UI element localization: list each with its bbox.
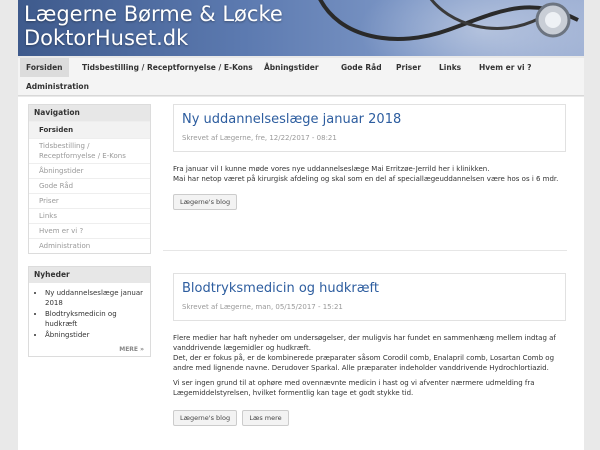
navigation-block: Navigation Forsiden Tidsbestilling / Rec… bbox=[28, 104, 151, 254]
nav-links[interactable]: Links bbox=[433, 58, 467, 77]
navigation-title: Navigation bbox=[29, 105, 150, 121]
nav-tidsbestilling[interactable]: Tidsbestilling / Receptfornyelse / E-Kon… bbox=[76, 58, 259, 77]
nav-gode-raad[interactable]: Gode Råd bbox=[335, 58, 388, 77]
stethoscope-icon bbox=[318, 0, 579, 41]
sidebar-item-aabningstider[interactable]: Åbningstider bbox=[29, 163, 150, 178]
site-title-line2[interactable]: DoktorHuset.dk bbox=[24, 26, 283, 50]
news-item[interactable]: Ny uddannelseslæge januar 2018 bbox=[45, 288, 144, 308]
nav-aabningstider[interactable]: Åbningstider bbox=[258, 58, 325, 77]
blog-link-button[interactable]: Lægerne's blog bbox=[173, 410, 238, 426]
post-paragraph: Fra januar vil I kunne møde vores nye ud… bbox=[173, 165, 490, 173]
read-more-button[interactable]: Læs mere bbox=[242, 410, 289, 426]
news-more-link[interactable]: MERE » bbox=[29, 344, 150, 356]
sidebar-item-hvem-er-vi[interactable]: Hvem er vi ? bbox=[29, 223, 150, 238]
site-header: Lægerne Børme & Løcke DoktorHuset.dk bbox=[18, 0, 584, 56]
post-1: Ny uddannelseslæge januar 2018 Skrevet a… bbox=[173, 104, 566, 210]
sidebar-item-priser[interactable]: Priser bbox=[29, 193, 150, 208]
post-paragraph: Flere medier har haft nyheder om undersø… bbox=[173, 333, 566, 373]
sidebar-item-administration[interactable]: Administration bbox=[29, 238, 150, 253]
nav-administration[interactable]: Administration bbox=[20, 77, 95, 96]
news-item[interactable]: Åbningstider bbox=[45, 330, 144, 340]
sidebar-item-gode-raad[interactable]: Gode Råd bbox=[29, 178, 150, 193]
post-header: Blodtryksmedicin og hudkræft Skrevet af … bbox=[173, 273, 566, 321]
post-title[interactable]: Blodtryksmedicin og hudkræft bbox=[182, 280, 557, 298]
post-title[interactable]: Ny uddannelseslæge januar 2018 bbox=[182, 111, 557, 129]
site-title[interactable]: Lægerne Børme & Løcke DoktorHuset.dk bbox=[24, 2, 283, 50]
news-block: Nyheder Ny uddannelseslæge januar 2018 B… bbox=[28, 266, 151, 357]
sidebar-item-links[interactable]: Links bbox=[29, 208, 150, 223]
post-line: Flere medier har haft nyheder om undersø… bbox=[173, 334, 556, 352]
post-body: Flere medier har haft nyheder om undersø… bbox=[173, 333, 566, 398]
post-body: Fra januar vil I kunne møde vores nye ud… bbox=[173, 164, 566, 184]
post-actions: Lægerne's blog Læs mere bbox=[173, 410, 566, 426]
sidebar-item-forsiden[interactable]: Forsiden bbox=[29, 121, 150, 138]
news-title: Nyheder bbox=[29, 267, 150, 283]
post-meta: Skrevet af Lægerne, man, 05/15/2017 - 15… bbox=[182, 303, 343, 311]
sidebar: Navigation Forsiden Tidsbestilling / Rec… bbox=[28, 104, 151, 366]
blog-link-button[interactable]: Lægerne's blog bbox=[173, 194, 238, 210]
post-paragraph: Mai har netop været på kirurgisk afdelin… bbox=[173, 175, 559, 183]
news-list: Ny uddannelseslæge januar 2018 Blodtryks… bbox=[29, 283, 150, 344]
main-nav: Forsiden Tidsbestilling / Receptfornyels… bbox=[18, 58, 584, 96]
post-paragraph: Vi ser ingen grund til at ophøre med ove… bbox=[173, 379, 535, 397]
nav-priser[interactable]: Priser bbox=[390, 58, 427, 77]
post-line: Det, der er fokus på, er de kombinerede … bbox=[173, 354, 555, 372]
post-header: Ny uddannelseslæge januar 2018 Skrevet a… bbox=[173, 104, 566, 152]
sidebar-item-tidsbestilling[interactable]: Tidsbestilling / Receptfornyelse / E-Kon… bbox=[29, 138, 150, 163]
post-separator bbox=[163, 250, 567, 251]
post-meta: Skrevet af Lægerne, fre, 12/22/2017 - 08… bbox=[182, 134, 337, 142]
nav-hvem-er-vi[interactable]: Hvem er vi ? bbox=[473, 58, 538, 77]
post-2: Blodtryksmedicin og hudkræft Skrevet af … bbox=[173, 273, 566, 426]
site-title-line1[interactable]: Lægerne Børme & Løcke bbox=[24, 2, 283, 26]
nav-forsiden[interactable]: Forsiden bbox=[20, 58, 69, 77]
news-item[interactable]: Blodtryksmedicin og hudkræft bbox=[45, 309, 144, 329]
